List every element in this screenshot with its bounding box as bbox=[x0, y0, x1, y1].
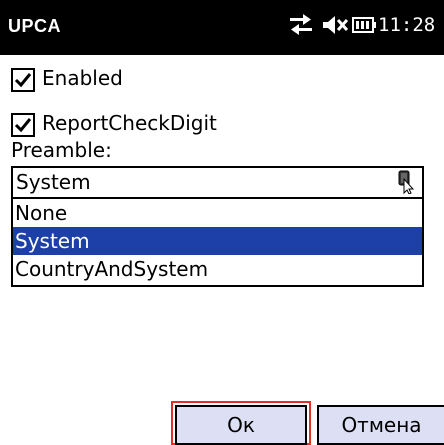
title-bar: UPCA 11:28 bbox=[0, 0, 444, 55]
report-check-digit-checkbox[interactable] bbox=[11, 113, 35, 137]
connectivity-icon[interactable] bbox=[288, 12, 314, 38]
preamble-dropdown-list: None System CountryAndSystem bbox=[11, 199, 424, 287]
preamble-selected-value: System bbox=[16, 170, 91, 194]
checkmark-icon bbox=[14, 73, 32, 88]
cancel-button[interactable]: Отмена bbox=[317, 405, 444, 445]
window-title: UPCA bbox=[8, 16, 62, 36]
preamble-label: Preamble: bbox=[11, 138, 112, 162]
battery-icon[interactable] bbox=[352, 12, 378, 38]
report-check-digit-label: ReportCheckDigit bbox=[42, 111, 217, 135]
dropdown-option-none[interactable]: None bbox=[13, 199, 422, 227]
checkmark-icon bbox=[14, 118, 32, 133]
enabled-label: Enabled bbox=[42, 66, 123, 90]
ok-button[interactable]: Ок bbox=[175, 405, 307, 445]
dropdown-arrow-icon[interactable] bbox=[396, 170, 416, 194]
dropdown-option-system[interactable]: System bbox=[13, 227, 422, 255]
speaker-muted-icon[interactable] bbox=[321, 12, 349, 38]
dropdown-option-country-and-system[interactable]: CountryAndSystem bbox=[13, 255, 422, 283]
enabled-checkbox[interactable] bbox=[11, 68, 35, 92]
clock[interactable]: 11:28 bbox=[378, 14, 435, 36]
status-icons bbox=[288, 12, 378, 40]
preamble-combobox[interactable]: System bbox=[11, 166, 424, 199]
